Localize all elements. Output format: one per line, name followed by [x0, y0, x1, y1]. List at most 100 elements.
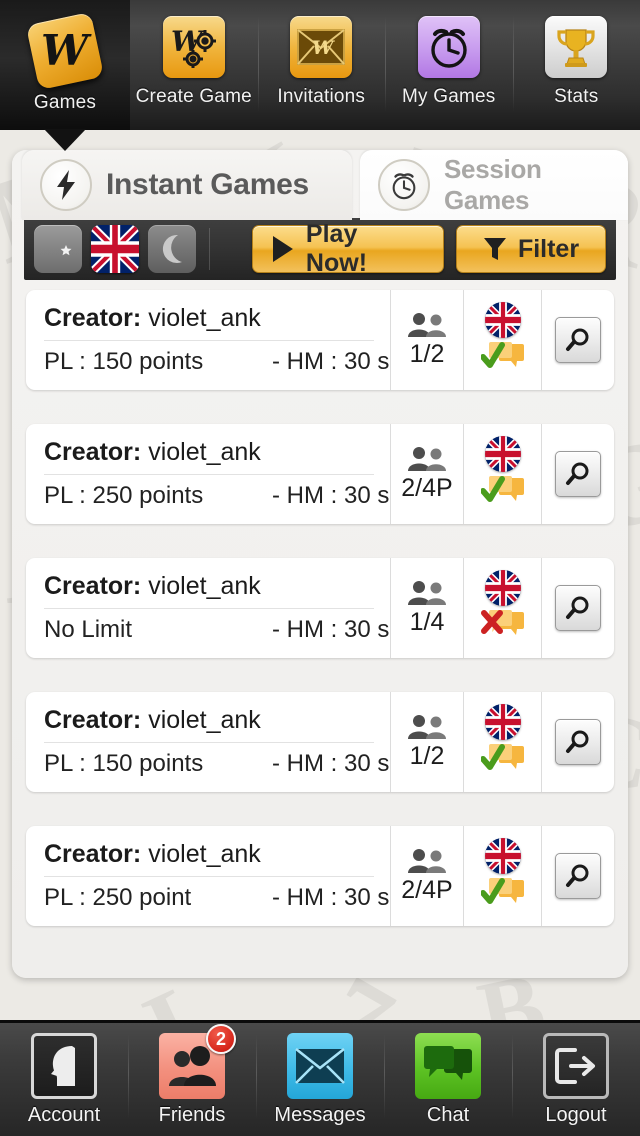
game-point-limit: PL : 250 points [44, 482, 204, 509]
head-silhouette-icon [31, 1033, 97, 1099]
filter-button[interactable]: Filter [456, 225, 606, 273]
game-row-rules-line: PL : 250 points - HM : 30 s [44, 475, 389, 510]
game-chat-status [479, 877, 525, 914]
topnav-item-create-game[interactable]: W Create Game [130, 0, 258, 130]
magnifier-icon [566, 596, 589, 619]
inspect-game-button[interactable] [555, 451, 601, 497]
alarm-clock-icon [417, 16, 480, 78]
game-row-info: Creator: violet_ank PL : 250 points - HM… [26, 424, 390, 524]
topnav-label-create-game: Create Game [135, 86, 252, 107]
game-row-info: Creator: violet_ank PL : 150 points - HM… [26, 692, 390, 792]
games-tab-bar: Instant Games Session Games [12, 150, 628, 220]
game-row-info: Creator: violet_ank PL : 250 point - HM … [26, 826, 390, 926]
bottomnav-label-messages: Messages [274, 1104, 366, 1126]
game-row[interactable]: Creator: violet_ank PL : 150 points - HM… [26, 692, 614, 792]
two-people-icon: 2 [159, 1024, 236, 1099]
play-now-button[interactable]: Play Now! [252, 220, 444, 277]
head-silhouette-icon-svg [51, 1046, 75, 1086]
union-jack-icon [484, 570, 521, 606]
inspect-game-button[interactable] [555, 719, 601, 765]
bottomnav-label-friends: Friends [158, 1104, 226, 1126]
player-count: 1/2 [409, 339, 445, 368]
inspect-game-button[interactable] [555, 585, 601, 631]
topnav-label-invitations: Invitations [277, 86, 366, 107]
game-chat-status [480, 609, 525, 646]
top-navigation-bar: W Games W Create Game W Invitations My G… [0, 0, 640, 151]
game-move-time: - HM : 30 s [272, 482, 390, 509]
player-count: 2/4P [401, 875, 453, 904]
game-point-limit: PL : 250 point [44, 884, 192, 911]
game-row-creator-line: Creator: violet_ank [44, 706, 374, 743]
game-row[interactable]: Creator: violet_ank No Limit - HM : 30 s… [26, 558, 614, 658]
turkish-flag-toggle[interactable] [34, 225, 82, 273]
two-people-icon [408, 312, 446, 337]
tab-session-games[interactable]: Session Games [360, 150, 628, 220]
tab-label-instant-games: Instant Games [106, 168, 309, 201]
creator-name: violet_ank [148, 572, 261, 600]
game-row-creator-line: Creator: violet_ank [44, 840, 374, 877]
two-people-icon [408, 848, 446, 873]
topnav-item-my-games[interactable]: My Games [385, 0, 513, 130]
creator-label: Creator: [44, 438, 142, 466]
chat-enabled-icon [479, 878, 524, 904]
game-row-info: Creator: violet_ank PL : 150 points - HM… [26, 290, 390, 390]
player-count: 2/4P [401, 473, 453, 502]
bottomnav-item-friends[interactable]: 2 Friends [128, 1023, 256, 1136]
envelope-icon-svg [295, 1048, 345, 1084]
lightning-bolt-icon-svg [57, 170, 75, 200]
game-row[interactable]: Creator: violet_ank PL : 250 point - HM … [26, 826, 614, 926]
active-tab-arrow-indicator [44, 129, 86, 151]
game-chat-status [479, 743, 525, 780]
game-row-rules-line: No Limit - HM : 30 s [44, 609, 389, 644]
chat-enabled-icon [479, 342, 524, 368]
topnav-label-games: Games [33, 92, 97, 113]
play-triangle-icon [272, 236, 293, 262]
bottomnav-label-logout: Logout [545, 1104, 607, 1126]
friends-badge-count: 2 [206, 1024, 236, 1054]
w-gears-icon: W [162, 16, 225, 78]
games-list: Creator: violet_ank PL : 150 points - HM… [12, 280, 628, 926]
player-count: 1/4 [409, 607, 445, 636]
game-point-limit: No Limit [44, 616, 133, 643]
game-row-actions [542, 826, 614, 926]
topnav-item-invitations[interactable]: W Invitations [257, 0, 386, 130]
creator-label: Creator: [44, 706, 142, 734]
bottomnav-item-chat[interactable]: Chat [384, 1023, 512, 1136]
game-row[interactable]: Creator: violet_ank PL : 150 points - HM… [26, 290, 614, 390]
game-move-time: - HM : 30 s [272, 884, 390, 911]
game-chat-status [479, 475, 525, 512]
game-move-time: - HM : 30 s [272, 750, 390, 777]
alarm-clock-icon-svg [392, 173, 416, 200]
inspect-game-button[interactable] [555, 853, 601, 899]
chat-enabled-icon [479, 476, 524, 502]
game-point-limit: PL : 150 points [44, 750, 204, 777]
two-people-icon-svg [169, 1046, 216, 1086]
game-row-language-chat [464, 424, 542, 524]
game-row-language-chat [464, 290, 542, 390]
tab-instant-games[interactable]: Instant Games [22, 150, 352, 220]
union-jack-icon [484, 302, 521, 338]
two-people-icon [408, 446, 446, 471]
bottomnav-label-chat: Chat [426, 1104, 470, 1126]
magnifier-icon [566, 864, 589, 887]
inspect-game-button[interactable] [555, 317, 601, 363]
uk-flag-toggle[interactable] [91, 225, 139, 273]
envelope-icon [287, 1033, 353, 1099]
alarm-clock-icon-svg [431, 28, 467, 68]
game-row[interactable]: Creator: violet_ank PL : 250 points - HM… [26, 424, 614, 524]
night-mode-toggle[interactable] [148, 225, 196, 273]
play-now-label: Play Now! [305, 220, 368, 277]
game-move-time: - HM : 30 s [272, 616, 390, 643]
topnav-item-stats[interactable]: Stats [512, 0, 640, 130]
topnav-item-games[interactable]: W Games [0, 0, 130, 151]
game-row-language-chat [464, 692, 542, 792]
game-row-language-chat [464, 558, 542, 658]
bottomnav-item-account[interactable]: Account [0, 1023, 128, 1136]
game-language-flag [484, 570, 521, 606]
topnav-label-stats: Stats [554, 86, 599, 107]
trophy-icon [545, 16, 608, 78]
bottomnav-item-messages[interactable]: Messages [256, 1023, 384, 1136]
game-row-actions [542, 424, 614, 524]
exit-arrow-icon [543, 1033, 609, 1099]
bottomnav-item-logout[interactable]: Logout [512, 1023, 640, 1136]
